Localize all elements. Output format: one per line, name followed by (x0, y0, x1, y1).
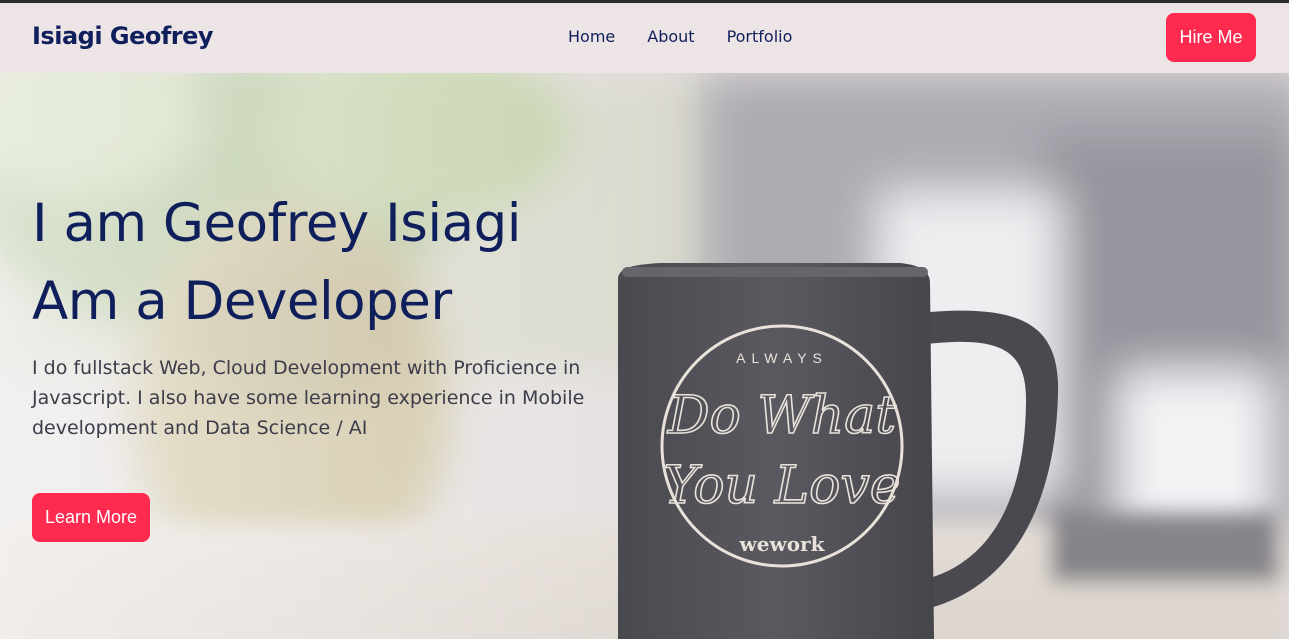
svg-text:ALWAYS: ALWAYS (736, 350, 828, 366)
svg-text:wework: wework (739, 532, 826, 556)
hero-title: I am Geofrey Isiagi Am a Developer (32, 185, 521, 341)
nav-links: Home About Portfolio (568, 27, 792, 46)
nav-link-about[interactable]: About (647, 27, 694, 46)
hire-me-button[interactable]: Hire Me (1166, 13, 1256, 62)
navbar: Isiagi Geofrey Home About Portfolio Hire… (0, 3, 1289, 73)
nav-link-home[interactable]: Home (568, 27, 615, 46)
svg-text:Do What: Do What (667, 386, 896, 446)
svg-text:You Love: You Love (663, 456, 900, 516)
hero-title-line-2: Am a Developer (32, 271, 452, 332)
nav-link-portfolio[interactable]: Portfolio (727, 27, 793, 46)
brand-logo[interactable]: Isiagi Geofrey (32, 22, 214, 50)
hero-section: ALWAYS Do What You Love wework I am Geof… (0, 73, 1289, 639)
hero-title-line-1: I am Geofrey Isiagi (32, 193, 521, 254)
learn-more-button[interactable]: Learn More (32, 493, 150, 542)
hero-description: I do fullstack Web, Cloud Development wi… (32, 357, 585, 439)
